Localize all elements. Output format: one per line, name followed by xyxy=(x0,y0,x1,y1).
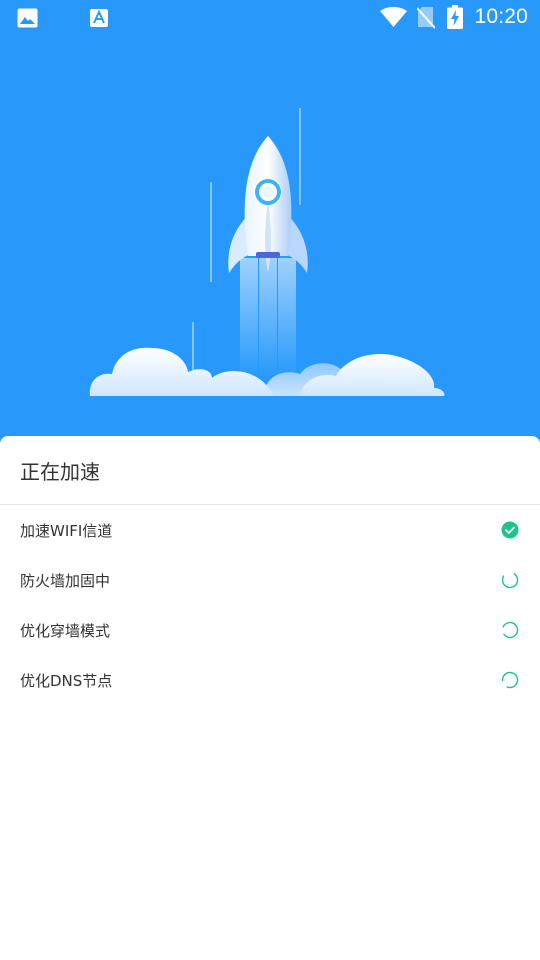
rocket-illustration xyxy=(89,108,445,396)
task-label: 加速WIFI信道 xyxy=(20,522,113,540)
status-bar: 10:20 xyxy=(0,0,540,36)
no-sim-icon xyxy=(417,7,435,29)
clock: 10:20 xyxy=(474,5,528,28)
loading-spinner-icon xyxy=(501,571,519,589)
text-a-notification-icon xyxy=(90,9,108,27)
hero-banner: 10:20 xyxy=(0,0,540,450)
list-item: 优化穿墙模式 xyxy=(0,605,540,655)
rocket-icon xyxy=(228,136,308,273)
check-circle-icon xyxy=(501,521,519,539)
list-item: 优化DNS节点 xyxy=(0,655,540,705)
list-item: 防火墙加固中 xyxy=(0,555,540,605)
list-item: 加速WIFI信道 xyxy=(0,505,540,555)
image-notification-icon xyxy=(17,8,38,28)
task-list: 加速WIFI信道 防火墙加固中 优化穿墙模式 优化DNS节点 xyxy=(0,505,540,705)
task-label: 防火墙加固中 xyxy=(20,572,111,590)
task-label: 优化穿墙模式 xyxy=(20,622,111,640)
wifi-icon xyxy=(380,7,407,27)
exhaust-trail xyxy=(240,258,296,378)
task-label: 优化DNS节点 xyxy=(20,672,113,690)
loading-spinner-icon xyxy=(501,671,519,689)
battery-charging-icon xyxy=(447,5,463,29)
loading-spinner-icon xyxy=(501,621,519,639)
panel-title: 正在加速 xyxy=(20,460,100,484)
accelerating-panel: 正在加速 加速WIFI信道 防火墙加固中 优化穿墙模式 优化DNS节点 xyxy=(0,436,540,960)
